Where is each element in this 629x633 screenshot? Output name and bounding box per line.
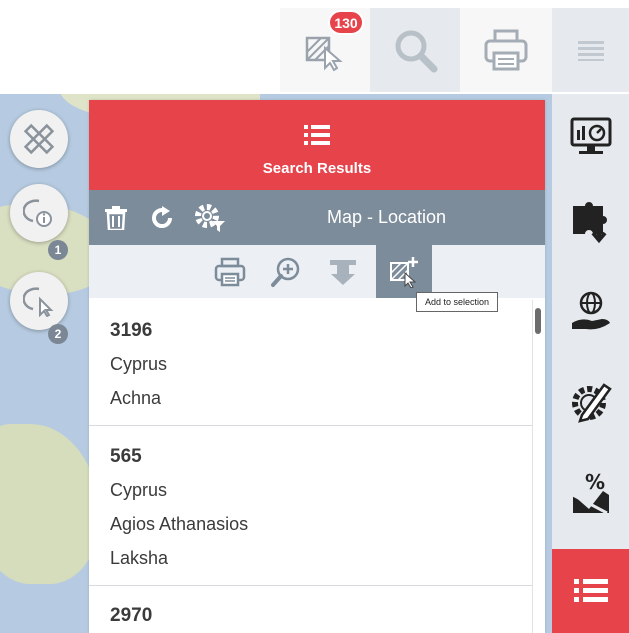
list-item[interactable]: 3196 Cyprus Achna xyxy=(89,300,533,426)
sidebar-item-dashboard[interactable] xyxy=(552,96,629,176)
selection-count-badge: 130 xyxy=(328,10,364,35)
top-toolbar: 130 xyxy=(0,0,629,94)
refresh-icon[interactable] xyxy=(150,206,174,230)
percent-mountain-icon: % xyxy=(571,470,609,515)
tooltip: Add to selection xyxy=(416,292,498,312)
search-button[interactable] xyxy=(370,8,460,92)
select-lasso-icon xyxy=(23,287,54,317)
sidebar-item-services[interactable] xyxy=(552,272,629,352)
download-icon xyxy=(330,259,356,285)
result-id: 565 xyxy=(110,446,142,467)
identify-tool-button[interactable] xyxy=(10,184,68,242)
ruler-pencil-icon xyxy=(23,123,55,155)
right-sidebar: % xyxy=(552,94,629,633)
puzzle-download-icon xyxy=(572,202,607,244)
result-id: 2970 xyxy=(110,605,153,626)
result-line: Achna xyxy=(110,388,162,408)
print-results-button[interactable] xyxy=(202,245,258,298)
list-item[interactable]: 2970 xyxy=(89,586,533,633)
scrollbar[interactable] xyxy=(532,300,545,633)
panel-title: Search Results xyxy=(262,160,372,177)
add-to-selection-button[interactable] xyxy=(376,245,432,298)
scrollbar-thumb[interactable] xyxy=(535,308,541,334)
result-line: Cyprus xyxy=(110,354,168,374)
result-line: Cyprus xyxy=(110,480,168,500)
printer-icon xyxy=(214,257,246,286)
hamburger-icon xyxy=(577,41,604,61)
tool-number-badge: 1 xyxy=(48,240,68,260)
result-line: Laksha xyxy=(110,548,169,568)
zoom-to-results-button[interactable] xyxy=(258,245,314,298)
zoom-in-icon xyxy=(271,257,300,287)
results-list[interactable]: 3196 Cyprus Achna 565 Cyprus Agios Athan… xyxy=(89,300,545,633)
print-button[interactable] xyxy=(460,8,552,92)
map-land xyxy=(0,424,100,584)
measure-tool-button[interactable] xyxy=(10,110,68,168)
printer-icon xyxy=(484,29,528,71)
svg-text:%: % xyxy=(585,470,605,494)
tool-number-badge: 2 xyxy=(48,324,68,344)
search-results-panel: Search Results Map - Location 3196 Cypru… xyxy=(89,100,545,633)
sidebar-item-statistics[interactable]: % xyxy=(552,452,629,532)
trash-icon[interactable] xyxy=(105,206,127,230)
export-results-button[interactable] xyxy=(315,245,371,298)
globe-hand-icon xyxy=(571,291,610,330)
settings-filter-icon[interactable] xyxy=(194,203,226,233)
sidebar-item-tools[interactable] xyxy=(552,362,629,442)
list-icon xyxy=(573,579,608,602)
select-tool-button[interactable] xyxy=(10,272,68,330)
result-id: 3196 xyxy=(110,320,153,341)
panel-subtitle: Map - Location xyxy=(327,207,447,227)
sidebar-item-plugins[interactable] xyxy=(552,182,629,262)
list-item[interactable]: 565 Cyprus Agios Athanasios Laksha xyxy=(89,426,533,586)
panel-header: Search Results xyxy=(89,100,545,190)
gear-pencil-icon xyxy=(571,383,612,423)
list-icon xyxy=(304,125,330,145)
sidebar-item-search-results[interactable] xyxy=(552,549,629,633)
info-lasso-icon xyxy=(23,199,52,227)
panel-toolbar: Map - Location xyxy=(89,190,545,245)
result-line: Agios Athanasios xyxy=(110,514,249,534)
menu-button[interactable] xyxy=(552,8,629,92)
search-icon xyxy=(395,30,438,73)
add-to-selection-icon xyxy=(390,256,418,288)
result-action-row xyxy=(89,245,545,298)
dashboard-monitor-icon xyxy=(570,117,611,154)
